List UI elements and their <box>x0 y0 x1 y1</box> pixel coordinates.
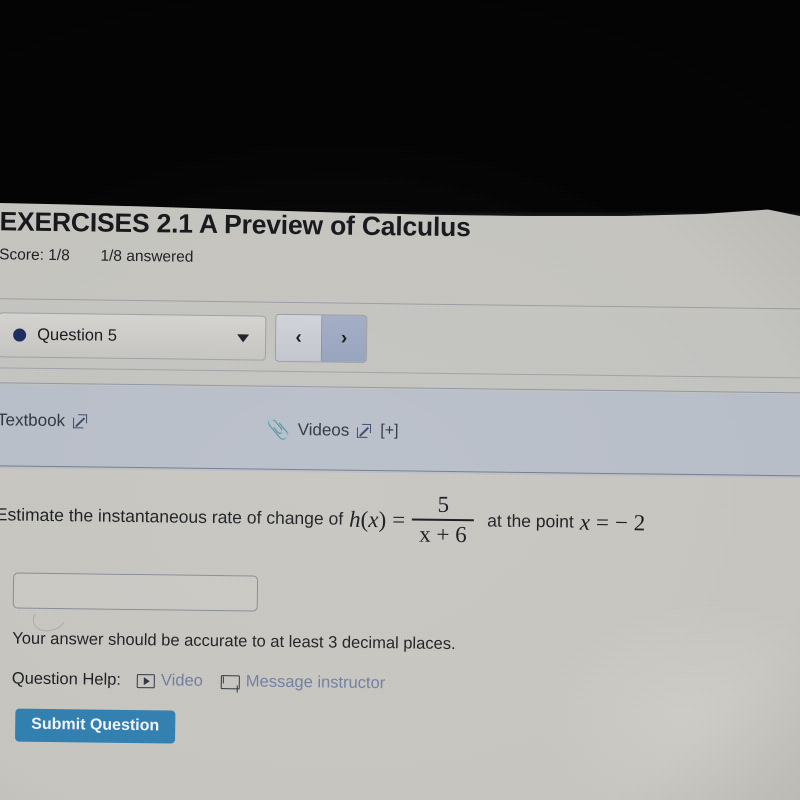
question-help-row: Question Help: Video Message instructor <box>12 669 404 693</box>
problem-mid-text: at the point <box>487 510 574 532</box>
fraction-denominator: x + 6 <box>419 521 467 547</box>
question-help-label: Question Help: <box>11 669 122 689</box>
textbook-link[interactable]: Textbook <box>0 410 88 431</box>
question-nav-group: ‹ › <box>274 313 368 363</box>
previous-question-button[interactable]: ‹ <box>275 314 322 362</box>
chevron-down-icon <box>237 333 250 342</box>
envelope-icon <box>220 674 240 689</box>
fraction-numerator: 5 <box>437 491 450 517</box>
fraction: 5 x + 6 <box>412 491 475 548</box>
problem-statement: Estimate the instantaneous rate of chang… <box>0 488 646 550</box>
equals-sign: = <box>392 507 406 533</box>
play-video-icon <box>136 673 156 688</box>
external-link-icon <box>357 423 372 438</box>
next-question-button[interactable]: › <box>320 315 367 362</box>
videos-link[interactable]: 📎 Videos [+] <box>267 418 399 444</box>
expand-resources-button[interactable]: [+] <box>380 422 398 440</box>
message-instructor-label: Message instructor <box>245 672 386 693</box>
function-arg: x <box>368 506 379 533</box>
accuracy-note: Your answer should be accurate to at lea… <box>12 629 456 654</box>
message-instructor-link[interactable]: Message instructor <box>220 672 386 693</box>
point-equals-sign: = <box>595 509 610 535</box>
help-video-link[interactable]: Video <box>136 671 203 691</box>
point-value: − 2 <box>614 509 646 536</box>
photographed-screen: EXERCISES 2.1 A Preview of Calculus Scor… <box>0 0 800 800</box>
score-summary: Score: 1/8 1/8 answered <box>0 246 194 266</box>
function-name: h <box>348 506 361 532</box>
filled-circle-icon <box>13 328 27 342</box>
point-variable: x <box>579 509 591 535</box>
problem-lead-text: Estimate the instantaneous rate of chang… <box>0 504 344 530</box>
external-link-icon <box>73 414 88 429</box>
textbook-label: Textbook <box>0 410 66 431</box>
submit-question-button[interactable]: Submit Question <box>15 708 176 744</box>
answered-value: 1/8 answered <box>100 247 194 266</box>
resource-bar: Textbook 📎 Videos [+] <box>0 389 800 473</box>
question-dropdown-label: Question 5 <box>37 325 118 345</box>
videos-label: Videos <box>297 420 350 440</box>
browser-content-area: EXERCISES 2.1 A Preview of Calculus Scor… <box>0 186 800 800</box>
question-dropdown[interactable]: Question 5 <box>0 312 267 361</box>
paperclip-icon: 📎 <box>266 419 291 441</box>
screen-bezel-dark-band <box>0 0 800 216</box>
score-value: Score: 1/8 <box>0 246 70 265</box>
help-video-label: Video <box>160 671 203 690</box>
